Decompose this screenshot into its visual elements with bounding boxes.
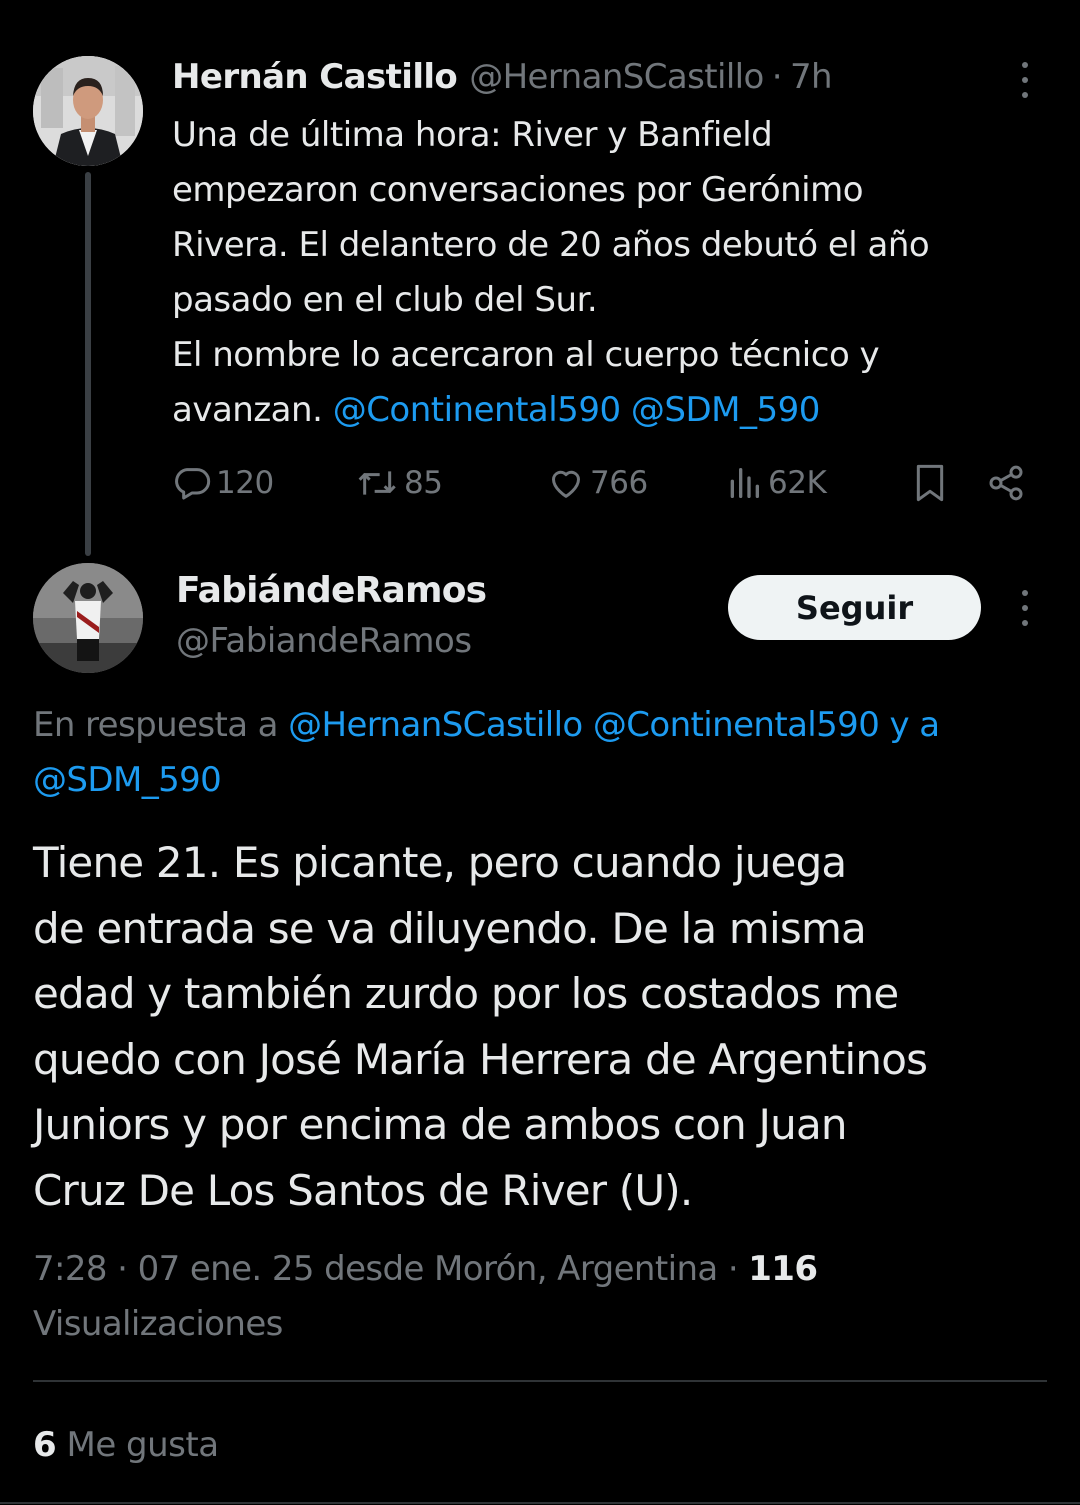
views-label: Visualizaciones [33, 1304, 283, 1344]
tweet-text: Una de última hora: River y Banfield emp… [172, 108, 1052, 438]
in-reply-prefix: En respuesta a [33, 705, 289, 745]
tweet-timestamp[interactable]: 7:28 · 07 ene. 25 desde Morón, Argentina… [33, 1249, 748, 1289]
reply-tweet-header: FabiándeRamos @FabiandeRamos [176, 568, 487, 666]
reply-action[interactable]: 120 [172, 458, 274, 508]
parent-tweet-header: Hernán Castillo @HernanSCastillo · 7h [172, 52, 833, 102]
mention-link[interactable]: @SDM_590 [631, 390, 821, 430]
tweet-text-line: El nombre lo acercaron al cuerpo técnico… [172, 335, 880, 375]
reply-bubble-icon [175, 468, 211, 500]
tweet-text-line: edad y también zurdo por los costados me [33, 969, 899, 1018]
like-count: 766 [590, 465, 648, 501]
tweet-actions: 120 85 766 62K [172, 458, 1032, 508]
bookmark-icon [916, 464, 944, 502]
separator-dot: · [771, 57, 783, 97]
likes-label: Me gusta [56, 1425, 219, 1465]
tweet-text: Tiene 21. Es picante, pero cuando juega … [33, 830, 1063, 1223]
repost-action[interactable]: 85 [356, 458, 443, 508]
mention-link[interactable]: @HernanSCastillo [288, 705, 583, 745]
tweet-text-line: Una de última hora: River y Banfield [172, 115, 773, 155]
likes-summary[interactable]: 6 Me gusta [33, 1418, 219, 1473]
mention-link[interactable]: @Continental590 [593, 705, 880, 745]
tweet-text-line: Cruz De Los Santos de River (U). [33, 1165, 693, 1215]
tweet-text-line: pasado en el club del Sur. [172, 280, 598, 320]
share-action[interactable] [986, 458, 1026, 508]
reply-count: 120 [216, 465, 274, 501]
tweet-meta: 7:28 · 07 ene. 25 desde Morón, Argentina… [33, 1242, 1033, 1352]
views-chart-icon [730, 468, 759, 498]
parent-tweet[interactable]: Hernán Castillo @HernanSCastillo · 7h Un… [0, 0, 1080, 560]
tweet-text-line: Tiene 21. Es picante, pero cuando juega [33, 838, 847, 887]
avatar-hernan-castillo[interactable] [33, 56, 143, 166]
tweet-text-line: avanzan. @Continental590 @SDM_590 [172, 383, 1052, 438]
thread-line [85, 172, 91, 556]
share-icon [989, 465, 1023, 501]
more-vertical-icon[interactable] [1021, 62, 1029, 98]
author-handle[interactable]: @HernanSCastillo [469, 57, 764, 97]
like-action[interactable]: 766 [546, 458, 648, 508]
repost-icon [358, 471, 396, 495]
avatar-fabiandeRamos[interactable] [33, 563, 143, 673]
tweet-text-line: quedo con José María Herrera de Argentin… [33, 1034, 928, 1084]
mention-link[interactable]: @SDM_590 [33, 760, 222, 800]
in-reply-to: En respuesta a @HernanSCastillo @Contine… [33, 698, 1063, 808]
divider [0, 1502, 1080, 1504]
tweet-text-line: empezaron conversaciones por Gerónimo [172, 170, 864, 210]
tweet-text-line: Juniors y por encima de ambos con Juan [33, 1100, 848, 1149]
likes-count: 6 [33, 1425, 57, 1465]
follow-button[interactable]: Seguir [728, 575, 981, 640]
bookmark-action[interactable] [910, 458, 950, 508]
tweet-time[interactable]: 7h [790, 57, 833, 97]
views-action[interactable]: 62K [724, 458, 827, 508]
author-handle[interactable]: @FabiandeRamos [176, 616, 486, 666]
views-count: 116 [748, 1249, 818, 1289]
repost-count: 85 [404, 465, 443, 501]
author-name[interactable]: Hernán Castillo [172, 57, 458, 97]
tweet-text-fragment: avanzan. [172, 390, 333, 430]
in-reply-conjunction[interactable]: y a [879, 705, 940, 745]
heart-icon [552, 470, 580, 498]
tweet-text-line: Rivera. El delantero de 20 años debutó e… [172, 225, 930, 265]
mention-link[interactable]: @Continental590 [333, 390, 621, 430]
views-count: 62K [768, 465, 827, 501]
author-name[interactable]: FabiándeRamos [176, 568, 487, 614]
tweet-text-line: de entrada se va diluyendo. De la misma [33, 903, 867, 953]
more-vertical-icon[interactable] [1021, 590, 1029, 626]
divider [33, 1380, 1047, 1382]
